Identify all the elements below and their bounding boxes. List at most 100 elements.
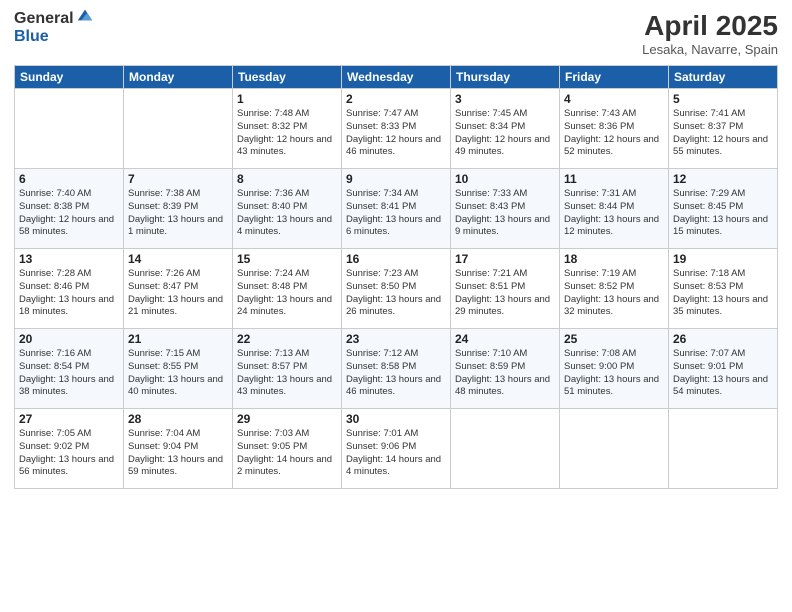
- logo-text: General Blue: [14, 10, 94, 45]
- day-number: 23: [346, 332, 446, 346]
- day-number: 26: [673, 332, 773, 346]
- day-info: Sunrise: 7:24 AM Sunset: 8:48 PM Dayligh…: [237, 268, 337, 319]
- calendar-cell: 25 Sunrise: 7:08 AM Sunset: 9:00 PM Dayli…: [560, 329, 669, 409]
- day-info: Sunrise: 7:31 AM Sunset: 8:44 PM Dayligh…: [564, 188, 664, 239]
- calendar-cell: 5 Sunrise: 7:41 AM Sunset: 8:37 PM Daylig…: [669, 89, 778, 169]
- day-info: Sunrise: 7:04 AM Sunset: 9:04 PM Dayligh…: [128, 428, 228, 479]
- calendar-cell: 2Sunrise: 7:47 AM Sunset: 8:33 PM Daylig…: [342, 89, 451, 169]
- day-number: 12: [673, 172, 773, 186]
- calendar-cell: 27Sunrise: 7:05 AM Sunset: 9:02 PM Dayli…: [15, 409, 124, 489]
- day-header-sunday: Sunday: [15, 66, 124, 89]
- day-number: 20: [19, 332, 119, 346]
- calendar-table: SundayMondayTuesdayWednesdayThursdayFrid…: [14, 65, 778, 489]
- day-header-thursday: Thursday: [451, 66, 560, 89]
- day-number: 21: [128, 332, 228, 346]
- day-number: 29: [237, 412, 337, 426]
- day-header-tuesday: Tuesday: [233, 66, 342, 89]
- logo-general: General: [14, 10, 74, 28]
- calendar-cell: 4 Sunrise: 7:43 AM Sunset: 8:36 PM Daylig…: [560, 89, 669, 169]
- day-number: 18: [564, 252, 664, 266]
- day-number: 9: [346, 172, 446, 186]
- day-info: Sunrise: 7:40 AM Sunset: 8:38 PM Dayligh…: [19, 188, 119, 239]
- day-number: 7: [128, 172, 228, 186]
- day-number: 1: [237, 92, 337, 106]
- calendar-cell: [15, 89, 124, 169]
- calendar-cell: 6 Sunrise: 7:40 AM Sunset: 8:38 PM Daylig…: [15, 169, 124, 249]
- calendar-week-3: 13Sunrise: 7:28 AM Sunset: 8:46 PM Dayli…: [15, 249, 778, 329]
- day-number: 8: [237, 172, 337, 186]
- day-header-wednesday: Wednesday: [342, 66, 451, 89]
- location: Lesaka, Navarre, Spain: [642, 42, 778, 57]
- calendar-cell: 30Sunrise: 7:01 AM Sunset: 9:06 PM Dayli…: [342, 409, 451, 489]
- day-number: 6: [19, 172, 119, 186]
- day-info: Sunrise: 7:08 AM Sunset: 9:00 PM Dayligh…: [564, 348, 664, 399]
- day-info: Sunrise: 7:26 AM Sunset: 8:47 PM Dayligh…: [128, 268, 228, 319]
- calendar-cell: 15 Sunrise: 7:24 AM Sunset: 8:48 PM Dayli…: [233, 249, 342, 329]
- day-info: Sunrise: 7:10 AM Sunset: 8:59 PM Dayligh…: [455, 348, 555, 399]
- day-number: 30: [346, 412, 446, 426]
- calendar-cell: 11 Sunrise: 7:31 AM Sunset: 8:44 PM Dayli…: [560, 169, 669, 249]
- day-info: Sunrise: 7:15 AM Sunset: 8:55 PM Dayligh…: [128, 348, 228, 399]
- day-number: 3: [455, 92, 555, 106]
- calendar-week-2: 6 Sunrise: 7:40 AM Sunset: 8:38 PM Daylig…: [15, 169, 778, 249]
- day-number: 13: [19, 252, 119, 266]
- calendar-cell: 29 Sunrise: 7:03 AM Sunset: 9:05 PM Dayli…: [233, 409, 342, 489]
- day-info: Sunrise: 7:41 AM Sunset: 8:37 PM Dayligh…: [673, 108, 773, 159]
- calendar-cell: 14 Sunrise: 7:26 AM Sunset: 8:47 PM Dayli…: [124, 249, 233, 329]
- day-number: 10: [455, 172, 555, 186]
- day-info: Sunrise: 7:47 AM Sunset: 8:33 PM Dayligh…: [346, 108, 446, 159]
- calendar-cell: [560, 409, 669, 489]
- calendar-cell: 16 Sunrise: 7:23 AM Sunset: 8:50 PM Dayli…: [342, 249, 451, 329]
- day-info: Sunrise: 7:12 AM Sunset: 8:58 PM Dayligh…: [346, 348, 446, 399]
- day-info: Sunrise: 7:36 AM Sunset: 8:40 PM Dayligh…: [237, 188, 337, 239]
- day-number: 19: [673, 252, 773, 266]
- calendar-cell: 20 Sunrise: 7:16 AM Sunset: 8:54 PM Dayli…: [15, 329, 124, 409]
- day-info: Sunrise: 7:03 AM Sunset: 9:05 PM Dayligh…: [237, 428, 337, 479]
- calendar-cell: 18Sunrise: 7:19 AM Sunset: 8:52 PM Dayli…: [560, 249, 669, 329]
- day-number: 4: [564, 92, 664, 106]
- day-header-monday: Monday: [124, 66, 233, 89]
- calendar-cell: [124, 89, 233, 169]
- title-area: April 2025 Lesaka, Navarre, Spain: [642, 10, 778, 57]
- day-number: 15: [237, 252, 337, 266]
- calendar-cell: 19 Sunrise: 7:18 AM Sunset: 8:53 PM Dayli…: [669, 249, 778, 329]
- logo: General Blue: [14, 10, 94, 45]
- day-number: 25: [564, 332, 664, 346]
- day-info: Sunrise: 7:16 AM Sunset: 8:54 PM Dayligh…: [19, 348, 119, 399]
- day-info: Sunrise: 7:33 AM Sunset: 8:43 PM Dayligh…: [455, 188, 555, 239]
- day-number: 24: [455, 332, 555, 346]
- calendar-page: General Blue April 2025 Lesaka, Navarre,…: [0, 0, 792, 612]
- calendar-cell: 24 Sunrise: 7:10 AM Sunset: 8:59 PM Dayli…: [451, 329, 560, 409]
- day-info: Sunrise: 7:13 AM Sunset: 8:57 PM Dayligh…: [237, 348, 337, 399]
- day-number: 11: [564, 172, 664, 186]
- calendar-cell: 3 Sunrise: 7:45 AM Sunset: 8:34 PM Daylig…: [451, 89, 560, 169]
- day-info: Sunrise: 7:21 AM Sunset: 8:51 PM Dayligh…: [455, 268, 555, 319]
- day-info: Sunrise: 7:23 AM Sunset: 8:50 PM Dayligh…: [346, 268, 446, 319]
- day-info: Sunrise: 7:43 AM Sunset: 8:36 PM Dayligh…: [564, 108, 664, 159]
- calendar-cell: [669, 409, 778, 489]
- calendar-cell: 9 Sunrise: 7:34 AM Sunset: 8:41 PM Daylig…: [342, 169, 451, 249]
- day-info: Sunrise: 7:34 AM Sunset: 8:41 PM Dayligh…: [346, 188, 446, 239]
- calendar-week-4: 20 Sunrise: 7:16 AM Sunset: 8:54 PM Dayli…: [15, 329, 778, 409]
- calendar-week-5: 27Sunrise: 7:05 AM Sunset: 9:02 PM Dayli…: [15, 409, 778, 489]
- calendar-header-row: SundayMondayTuesdayWednesdayThursdayFrid…: [15, 66, 778, 89]
- day-info: Sunrise: 7:07 AM Sunset: 9:01 PM Dayligh…: [673, 348, 773, 399]
- day-info: Sunrise: 7:05 AM Sunset: 9:02 PM Dayligh…: [19, 428, 119, 479]
- calendar-cell: 13Sunrise: 7:28 AM Sunset: 8:46 PM Dayli…: [15, 249, 124, 329]
- day-number: 5: [673, 92, 773, 106]
- day-info: Sunrise: 7:18 AM Sunset: 8:53 PM Dayligh…: [673, 268, 773, 319]
- day-number: 14: [128, 252, 228, 266]
- day-info: Sunrise: 7:38 AM Sunset: 8:39 PM Dayligh…: [128, 188, 228, 239]
- calendar-cell: 17Sunrise: 7:21 AM Sunset: 8:51 PM Dayli…: [451, 249, 560, 329]
- day-header-friday: Friday: [560, 66, 669, 89]
- day-header-saturday: Saturday: [669, 66, 778, 89]
- calendar-cell: 26 Sunrise: 7:07 AM Sunset: 9:01 PM Dayli…: [669, 329, 778, 409]
- logo-blue: Blue: [14, 28, 94, 46]
- day-info: Sunrise: 7:29 AM Sunset: 8:45 PM Dayligh…: [673, 188, 773, 239]
- month-title: April 2025: [642, 10, 778, 42]
- day-info: Sunrise: 7:48 AM Sunset: 8:32 PM Dayligh…: [237, 108, 337, 159]
- calendar-week-1: 1 Sunrise: 7:48 AM Sunset: 8:32 PM Daylig…: [15, 89, 778, 169]
- day-info: Sunrise: 7:45 AM Sunset: 8:34 PM Dayligh…: [455, 108, 555, 159]
- header: General Blue April 2025 Lesaka, Navarre,…: [14, 10, 778, 57]
- day-number: 16: [346, 252, 446, 266]
